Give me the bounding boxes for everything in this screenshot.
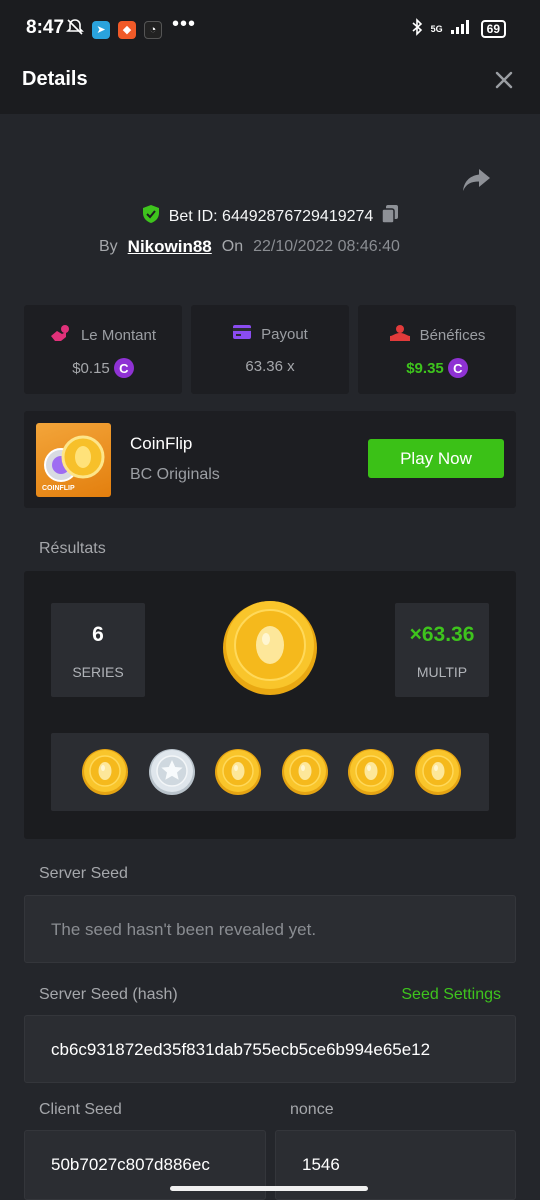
amount-label: Le Montant	[80, 326, 157, 344]
mute-bell-icon	[66, 18, 84, 41]
brave-icon: ◆	[118, 20, 136, 39]
system-indicators: 5G 69	[411, 18, 506, 39]
bet-author-row: By Nikowin88 On 22/10/2022 08:46:40	[99, 237, 400, 257]
multiplier-stat: ×63.36 MULTIP	[395, 603, 489, 697]
series-stat: 6 SERIES	[51, 603, 145, 697]
battery-indicator: 69	[480, 19, 506, 38]
play-now-button[interactable]: Play Now	[368, 439, 504, 478]
gold-coin-icon	[82, 749, 128, 795]
bet-id-row: Bet ID: 64492876729419274	[0, 204, 540, 229]
client-seed-value: 50b7027c807d886ec	[51, 1155, 210, 1174]
bet-amount-icon	[50, 324, 72, 346]
results-panel: 6 SERIES ×63.36 MULTIP	[24, 571, 516, 839]
payout-label: Payout	[261, 325, 308, 343]
server-seed-value: The seed hasn't been revealed yet.	[51, 920, 317, 939]
bet-id: Bet ID: 64492876729419274	[168, 207, 374, 225]
gold-coin-icon	[215, 749, 261, 795]
home-indicator[interactable]	[170, 1186, 368, 1191]
coin-icon: C	[113, 358, 134, 378]
profit-icon	[389, 324, 411, 346]
gold-coin-icon	[281, 749, 328, 795]
multiplier-value: ×63.36	[409, 623, 475, 646]
by-label: By	[99, 238, 118, 255]
server-seed-label: Server Seed	[39, 865, 128, 882]
share-icon	[463, 169, 490, 191]
gold-coin-icon	[223, 601, 317, 695]
game-provider: BC Originals	[130, 466, 220, 483]
gold-coin-icon	[348, 749, 394, 795]
profit-value: $9.35	[406, 359, 444, 377]
server-seed-hash-value: cb6c931872ed35f831dab755ecb5ce6b994e65e1…	[51, 1040, 431, 1059]
status-time: 8:47	[26, 17, 65, 38]
close-icon	[495, 71, 513, 89]
app-icon: ◔	[144, 20, 162, 39]
share-button[interactable]	[462, 166, 492, 194]
bluetooth-icon	[411, 18, 423, 39]
server-seed-field: The seed hasn't been revealed yet.	[24, 895, 516, 963]
on-label: On	[221, 238, 244, 255]
username-link[interactable]: Nikowin88	[128, 237, 212, 257]
nonce-label: nonce	[290, 1101, 334, 1118]
results-label: Résultats	[39, 540, 106, 557]
series-label: SERIES	[72, 664, 124, 680]
client-seed-label: Client Seed	[39, 1101, 122, 1118]
copy-button[interactable]	[381, 204, 399, 229]
payout-card-icon	[232, 324, 252, 344]
seed-settings-link[interactable]: Seed Settings	[401, 986, 501, 1004]
nonce-value: 1546	[302, 1155, 340, 1174]
coin-icon: C	[447, 358, 468, 378]
network-type: 5G	[430, 23, 443, 34]
flip-history-row	[51, 733, 489, 811]
server-seed-hash-field[interactable]: cb6c931872ed35f831dab755ecb5ce6b994e65e1…	[24, 1015, 516, 1083]
status-bar: 8:47 ➤ ◆ ◔ ••• 5G 69	[0, 0, 540, 56]
thumbnail-label: COINFLIP	[42, 485, 75, 492]
more-notifications-icon: •••	[172, 13, 197, 35]
game-card: COINFLIP CoinFlip BC Originals Play Now	[24, 411, 516, 508]
copy-icon	[381, 205, 399, 224]
series-value: 6	[92, 623, 104, 646]
amount-value: $0.15	[72, 359, 110, 377]
close-button[interactable]	[492, 68, 516, 92]
telegram-icon: ➤	[92, 20, 110, 39]
game-name: CoinFlip	[130, 434, 193, 453]
profit-card: Bénéfices $9.35 C	[358, 305, 516, 394]
server-seed-hash-label: Server Seed (hash)	[39, 986, 178, 1003]
game-thumbnail[interactable]: COINFLIP	[36, 423, 111, 497]
payout-card: Payout 63.36 x	[191, 305, 349, 394]
silver-coin-icon	[148, 749, 195, 795]
amount-card: Le Montant $0.15 C	[24, 305, 182, 394]
profit-label: Bénéfices	[419, 326, 486, 344]
details-header: Details	[0, 56, 540, 114]
notification-icons: ➤ ◆ ◔	[66, 18, 162, 41]
signal-icon	[450, 20, 473, 37]
gold-coin-icon	[414, 749, 461, 795]
payout-value: 63.36 x	[245, 358, 295, 375]
page-title: Details	[22, 68, 88, 90]
verified-shield-icon	[141, 204, 161, 229]
multiplier-label: MULTIP	[416, 664, 468, 680]
bet-datetime: 22/10/2022 08:46:40	[253, 238, 400, 255]
